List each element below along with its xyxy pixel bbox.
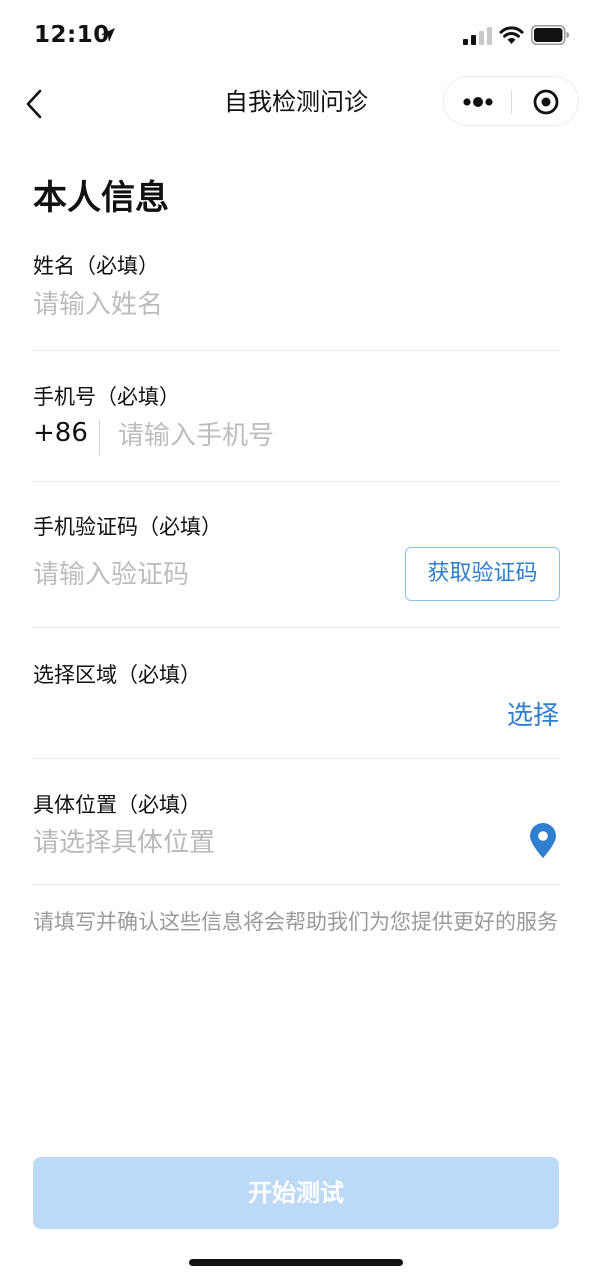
name-input[interactable] (33, 286, 553, 324)
capsule-menu (443, 76, 579, 126)
phone-input[interactable] (118, 417, 548, 455)
more-button[interactable] (444, 77, 512, 125)
start-test-button[interactable]: 开始测试 (33, 1157, 559, 1229)
region-select-link[interactable]: 选择 (507, 695, 559, 732)
divider (33, 627, 559, 628)
section-title: 本人信息 (33, 178, 169, 218)
get-code-button[interactable]: 获取验证码 (405, 547, 560, 601)
location-arrow-icon (101, 28, 115, 42)
location-placeholder[interactable]: 请选择具体位置 (33, 822, 215, 859)
status-time: 12:10 (34, 22, 110, 48)
wifi-icon (499, 26, 524, 44)
close-miniprogram-button[interactable] (512, 77, 580, 125)
phone-country-code: +86 (33, 418, 88, 448)
home-indicator (189, 1259, 403, 1266)
more-dots-icon (463, 97, 493, 107)
name-label: 姓名（必填） (33, 254, 159, 278)
code-label: 手机验证码（必填） (33, 515, 222, 539)
divider (33, 350, 559, 351)
region-label: 选择区域（必填） (33, 663, 201, 687)
battery-icon (531, 25, 569, 45)
code-input[interactable] (33, 556, 393, 594)
location-label: 具体位置（必填） (33, 793, 201, 817)
location-pin-icon[interactable] (528, 823, 558, 859)
phone-prefix-separator (99, 419, 100, 455)
close-target-icon (533, 89, 559, 115)
phone-label: 手机号（必填） (33, 385, 180, 409)
divider (33, 758, 559, 759)
cellular-signal-icon (463, 27, 492, 45)
divider (33, 481, 559, 482)
info-note: 请填写并确认这些信息将会帮助我们为您提供更好的服务 (33, 910, 558, 934)
divider (33, 884, 559, 885)
